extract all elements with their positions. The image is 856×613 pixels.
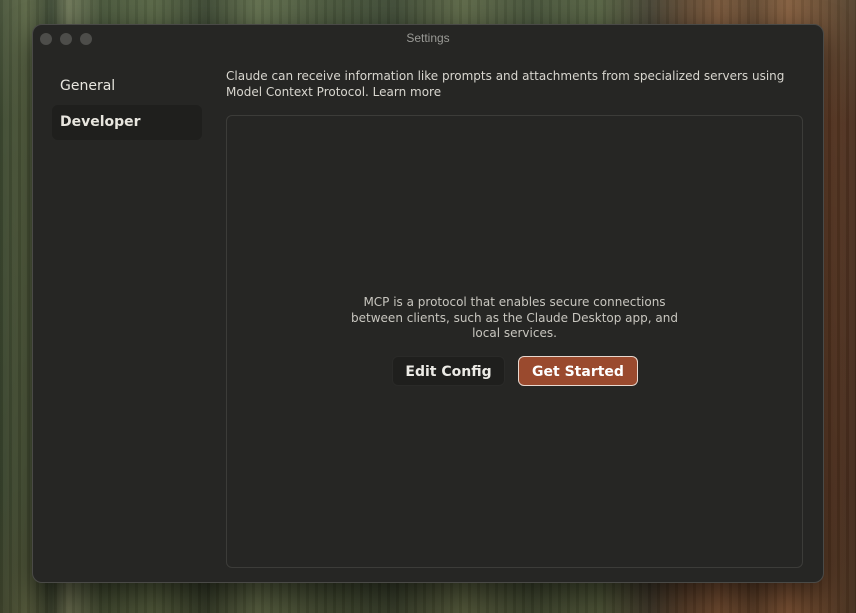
sidebar-item-developer[interactable]: Developer — [52, 105, 202, 140]
developer-description: Claude can receive information like prom… — [226, 68, 796, 100]
get-started-button[interactable]: Get Started — [518, 356, 638, 386]
description-text: Claude can receive information like prom… — [226, 69, 785, 99]
mcp-servers-panel: MCP is a protocol that enables secure co… — [226, 115, 803, 568]
learn-more-link[interactable]: Learn more — [373, 85, 441, 99]
sidebar-item-general[interactable]: General — [52, 69, 202, 104]
settings-window: Settings General Developer Claude can re… — [32, 24, 824, 583]
window-title: Settings — [406, 31, 450, 45]
title-bar: Settings — [33, 25, 823, 51]
settings-sidebar: General Developer — [52, 69, 202, 141]
mcp-empty-state-text: MCP is a protocol that enables secure co… — [351, 295, 678, 340]
edit-config-button[interactable]: Edit Config — [392, 356, 505, 386]
